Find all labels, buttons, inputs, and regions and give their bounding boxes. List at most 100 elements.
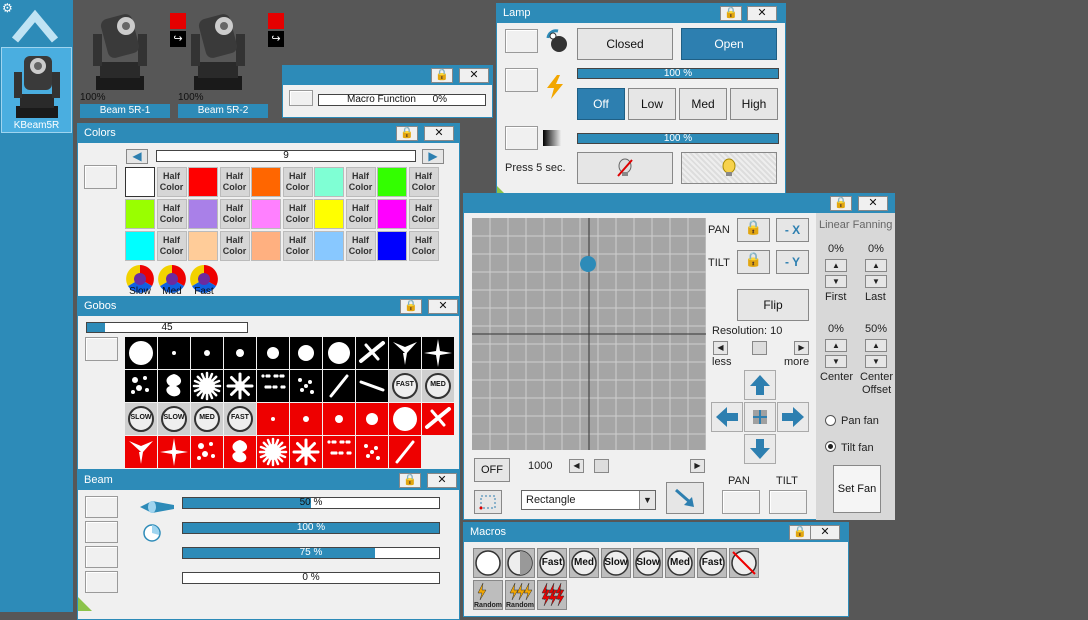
invert-y-button[interactable]: - Y (776, 250, 809, 274)
lamp-power-bar[interactable]: 100 % (577, 68, 779, 79)
color-swatch[interactable] (314, 167, 344, 197)
half-color-button[interactable]: Half Color (408, 167, 439, 197)
macro-button[interactable]: Random (473, 580, 503, 610)
macro-button[interactable]: Fast (697, 548, 727, 578)
shutter-closed-button[interactable]: Closed (577, 28, 673, 60)
gobo-button[interactable] (125, 370, 157, 402)
gobo-button[interactable] (257, 337, 289, 369)
speed-less-button[interactable]: ◀ (569, 459, 584, 473)
gobo-button[interactable] (323, 337, 355, 369)
close-icon[interactable]: ✕ (459, 68, 489, 83)
dimmer-bar[interactable]: 100 % (577, 133, 779, 144)
gobo-button[interactable] (356, 370, 388, 402)
lamp-on-hold-button[interactable] (681, 152, 777, 184)
gobo-button[interactable] (323, 370, 355, 402)
resolution-less-button[interactable]: ◀ (713, 341, 728, 355)
pan-fan-radio[interactable] (825, 415, 836, 426)
shape-preview-button[interactable] (474, 490, 502, 514)
fixture-selected-kbeam5r[interactable]: KBeam5R (1, 47, 72, 133)
gobo-button[interactable] (356, 436, 388, 468)
gobo-button[interactable] (422, 337, 454, 369)
color-swatch[interactable] (251, 167, 281, 197)
half-color-button[interactable]: Half Color (156, 199, 187, 229)
beam-bar-3[interactable]: 75 % (182, 547, 440, 559)
close-icon[interactable]: ✕ (428, 299, 458, 314)
last-down-button[interactable]: ▼ (865, 275, 887, 288)
speed-slider-thumb[interactable] (594, 459, 609, 473)
effect-off-button[interactable]: OFF (474, 458, 510, 482)
macro-button[interactable] (729, 548, 759, 578)
lamp-high-button[interactable]: High (730, 88, 778, 120)
color-swatch[interactable] (377, 199, 407, 229)
macro-button[interactable]: Random (505, 580, 535, 610)
dimmer-button[interactable] (505, 126, 538, 150)
half-color-button[interactable]: Half Color (282, 167, 313, 197)
flip-button[interactable]: Flip (737, 289, 809, 321)
rainbow-med-button[interactable]: Med (157, 264, 187, 297)
lock-icon[interactable]: 🔒 (400, 299, 422, 314)
gobo-button[interactable] (125, 337, 157, 369)
macro-button[interactable]: Med (569, 548, 599, 578)
half-color-button[interactable]: Half Color (219, 199, 250, 229)
close-icon[interactable]: ✕ (810, 525, 840, 540)
tilt-fan-radio[interactable] (825, 441, 836, 452)
lock-icon[interactable]: 🔒 (789, 525, 811, 540)
gobo-button[interactable] (224, 436, 256, 468)
gobo-button[interactable] (158, 436, 190, 468)
macro-function-bar[interactable]: Macro Function 0% (318, 94, 486, 106)
color-toggle-button[interactable] (84, 165, 117, 189)
first-up-button[interactable]: ▲ (825, 259, 847, 272)
resolution-slider-thumb[interactable] (752, 341, 767, 355)
move-right-button[interactable] (777, 402, 809, 432)
color-swatch[interactable] (125, 231, 155, 261)
color-swatch[interactable] (314, 231, 344, 261)
close-icon[interactable]: ✕ (858, 196, 888, 211)
color-slider[interactable]: 9 (156, 150, 416, 162)
macro-button[interactable]: Slow (633, 548, 663, 578)
center-up-button[interactable]: ▲ (825, 339, 847, 352)
gobo-button[interactable] (257, 370, 289, 402)
macro-button[interactable]: Med (665, 548, 695, 578)
lamp-low-button[interactable]: Low (628, 88, 676, 120)
offset-down-button[interactable]: ▼ (865, 355, 887, 368)
fixture-tile-2[interactable]: 100% Beam 5R-2 ↪ (178, 0, 284, 118)
color-swatch[interactable] (188, 199, 218, 229)
lock-icon[interactable]: 🔒 (431, 68, 453, 83)
resize-grip-icon[interactable] (78, 597, 92, 611)
center-down-button[interactable]: ▼ (825, 355, 847, 368)
last-up-button[interactable]: ▲ (865, 259, 887, 272)
close-icon[interactable]: ✕ (424, 126, 454, 141)
gobo-toggle-button[interactable] (85, 337, 118, 361)
shutter-open-button[interactable]: Open (681, 28, 777, 60)
rainbow-fast-button[interactable]: Fast (189, 264, 219, 297)
gobo-rotate-med-button[interactable]: MED (191, 403, 223, 435)
color-next-button[interactable]: ▶ (422, 149, 444, 164)
macro-function-button[interactable] (289, 90, 313, 106)
move-left-button[interactable] (711, 402, 743, 432)
gobo-button[interactable] (191, 337, 223, 369)
lamp-off-button[interactable]: Off (577, 88, 625, 120)
macro-button[interactable] (473, 548, 503, 578)
macro-button[interactable] (505, 548, 535, 578)
gobo-rotate-med-button[interactable]: MED (422, 370, 454, 402)
gobo-button[interactable] (158, 370, 190, 402)
half-color-button[interactable]: Half Color (408, 199, 439, 229)
gobo-button[interactable] (224, 370, 256, 402)
half-color-button[interactable]: Half Color (345, 199, 376, 229)
macro-button[interactable]: Fast (537, 548, 567, 578)
gobo-button[interactable] (257, 403, 289, 435)
pan-tilt-grid[interactable] (472, 218, 706, 450)
scroll-up-icon[interactable] (12, 8, 58, 44)
lock-icon[interactable]: 🔒 (720, 6, 742, 21)
beam-bar-1[interactable]: 50 % (182, 497, 440, 509)
beam-button-1[interactable] (85, 496, 118, 518)
color-swatch[interactable] (377, 167, 407, 197)
color-swatch[interactable] (125, 199, 155, 229)
beam-bar-4[interactable]: 0 % (182, 572, 440, 584)
gobo-button[interactable] (257, 436, 289, 468)
beam-button-2[interactable] (85, 521, 118, 543)
offset-up-button[interactable]: ▲ (865, 339, 887, 352)
half-color-button[interactable]: Half Color (345, 167, 376, 197)
shutter-toggle-button[interactable] (505, 29, 538, 53)
gobo-button[interactable] (323, 436, 355, 468)
